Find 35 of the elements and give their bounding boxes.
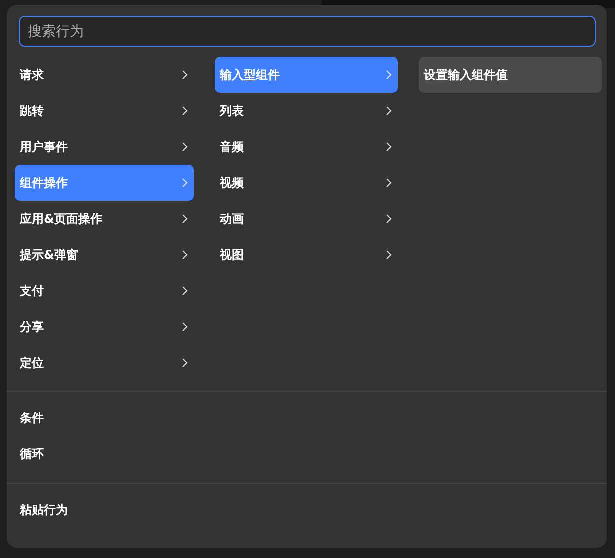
chevron-icon [182,106,188,116]
chevron-icon [182,70,188,80]
search-field[interactable]: 搜索行为 [19,16,596,47]
chevron-icon [386,178,392,188]
menu-item[interactable]: 用户事件 [15,129,194,165]
chevron-icon [386,106,392,116]
menu-item[interactable]: 请求 [15,57,194,93]
menu-item[interactable]: 设置输入组件值 [419,57,602,93]
chevron-icon [182,322,188,332]
chevron-icon [386,214,392,224]
menu-item[interactable]: 列表 [215,93,398,129]
menu-item[interactable]: 输入型组件 [215,57,398,93]
chevron-icon [182,358,188,368]
menu-item[interactable]: 循环 [15,436,44,472]
menu-item[interactable]: 音频 [215,129,398,165]
chevron-icon [182,286,188,296]
menu-item[interactable]: 跳转 [15,93,194,129]
chevron-icon [182,250,188,260]
menu-item[interactable]: 组件操作 [15,165,194,201]
chevron-icon [386,250,392,260]
chevron-icon [182,214,188,224]
chevron-icon [182,178,188,188]
menu-item[interactable]: 分享 [15,309,194,345]
chevron-icon [182,142,188,152]
menu-item[interactable]: 视图 [215,237,398,273]
menu-item[interactable]: 提示&弹窗 [15,237,194,273]
menu-item[interactable]: 应用&页面操作 [15,201,194,237]
menu-item[interactable]: 动画 [215,201,398,237]
chevron-icon [386,70,392,80]
chevron-icon [386,142,392,152]
menu-item[interactable]: 视频 [215,165,398,201]
menu-item[interactable]: 粘贴行为 [15,492,68,528]
menu-item[interactable]: 定位 [15,345,194,381]
menu-item[interactable]: 支付 [15,273,194,309]
menu-item[interactable]: 条件 [15,400,44,436]
